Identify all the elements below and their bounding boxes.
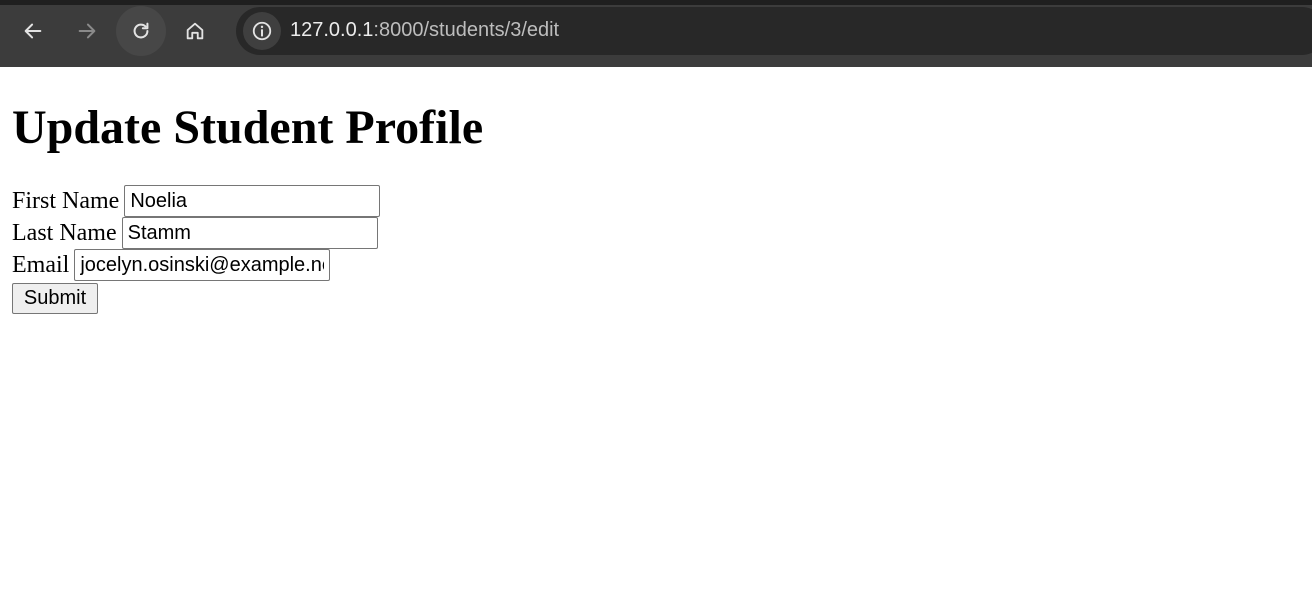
arrow-right-icon — [78, 23, 96, 39]
home-button[interactable] — [170, 6, 220, 56]
address-bar[interactable]: 127.0.0.1:8000/students/3/edit — [236, 7, 1312, 55]
page-title: Update Student Profile — [12, 101, 484, 154]
email-field[interactable] — [74, 249, 331, 281]
browser-toolbar: 127.0.0.1:8000/students/3/edit — [0, 0, 1312, 67]
home-icon — [186, 22, 204, 40]
navigation-bar: 127.0.0.1:8000/students/3/edit — [0, 5, 1312, 57]
url-host: 127.0.0.1 — [290, 19, 374, 41]
reload-button[interactable] — [116, 6, 166, 56]
last-name-field[interactable] — [121, 217, 378, 249]
toolbar-bottom-strip — [0, 57, 1312, 67]
forward-button[interactable] — [62, 6, 112, 56]
url-path: :8000/students/3/edit — [373, 19, 560, 41]
info-icon — [252, 21, 272, 41]
last-name-label: Last Name — [12, 220, 117, 246]
site-info-button[interactable] — [243, 12, 281, 50]
back-button[interactable] — [8, 6, 58, 56]
url-text[interactable]: 127.0.0.1:8000/students/3/edit — [290, 19, 559, 42]
first-name-row: First Name — [12, 185, 381, 217]
first-name-field[interactable] — [124, 185, 381, 217]
email-label: Email — [12, 252, 70, 278]
submit-button[interactable]: Submit — [12, 283, 98, 314]
reload-icon — [133, 22, 149, 39]
email-row: Email — [12, 249, 331, 281]
arrow-left-icon — [24, 23, 42, 39]
first-name-label: First Name — [12, 188, 120, 214]
last-name-row: Last Name — [12, 217, 378, 249]
